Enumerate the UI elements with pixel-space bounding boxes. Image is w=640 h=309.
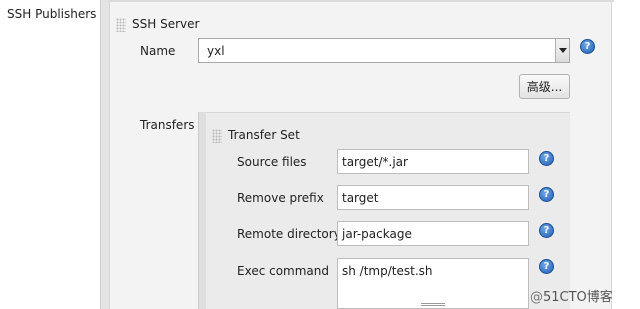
- help-icon[interactable]: ?: [539, 187, 554, 202]
- source-files-label: Source files: [237, 155, 307, 169]
- remove-prefix-label: Remove prefix: [237, 191, 324, 205]
- drag-handle-icon[interactable]: [116, 18, 126, 32]
- watermark: @51CTO博客: [530, 286, 613, 305]
- transfer-drag-strip[interactable]: [198, 112, 206, 309]
- panel-top-border: [108, 0, 614, 2]
- help-icon[interactable]: ?: [539, 223, 554, 238]
- remote-directory-value: jar-package: [342, 227, 412, 241]
- remote-directory-label: Remote directory: [237, 227, 341, 241]
- chevron-down-icon[interactable]: [555, 39, 569, 62]
- help-icon[interactable]: ?: [539, 151, 554, 166]
- ssh-server-title: SSH Server: [132, 17, 200, 31]
- help-icon[interactable]: ?: [580, 39, 595, 54]
- help-icon[interactable]: ?: [539, 259, 554, 274]
- exec-command-value: sh /tmp/test.sh: [342, 264, 433, 278]
- remove-prefix-value: target: [342, 191, 379, 205]
- transfers-label: Transfers: [140, 118, 195, 132]
- watermark-text: 51CTO博客: [543, 290, 613, 305]
- name-select[interactable]: [198, 38, 570, 63]
- textarea-resize-handle[interactable]: [421, 303, 445, 307]
- name-select-value: yxl: [207, 44, 225, 58]
- source-files-value: target/*.jar: [342, 155, 408, 169]
- transfer-set-title: Transfer Set: [228, 128, 300, 142]
- name-label: Name: [140, 44, 176, 58]
- advanced-button[interactable]: 高级...: [519, 74, 570, 99]
- drag-handle-icon[interactable]: [212, 129, 222, 143]
- watermark-at: @: [530, 290, 543, 305]
- publisher-drag-strip[interactable]: [100, 0, 110, 309]
- ssh-publishers-label: SSH Publishers: [7, 7, 97, 21]
- exec-command-label: Exec command: [237, 264, 330, 278]
